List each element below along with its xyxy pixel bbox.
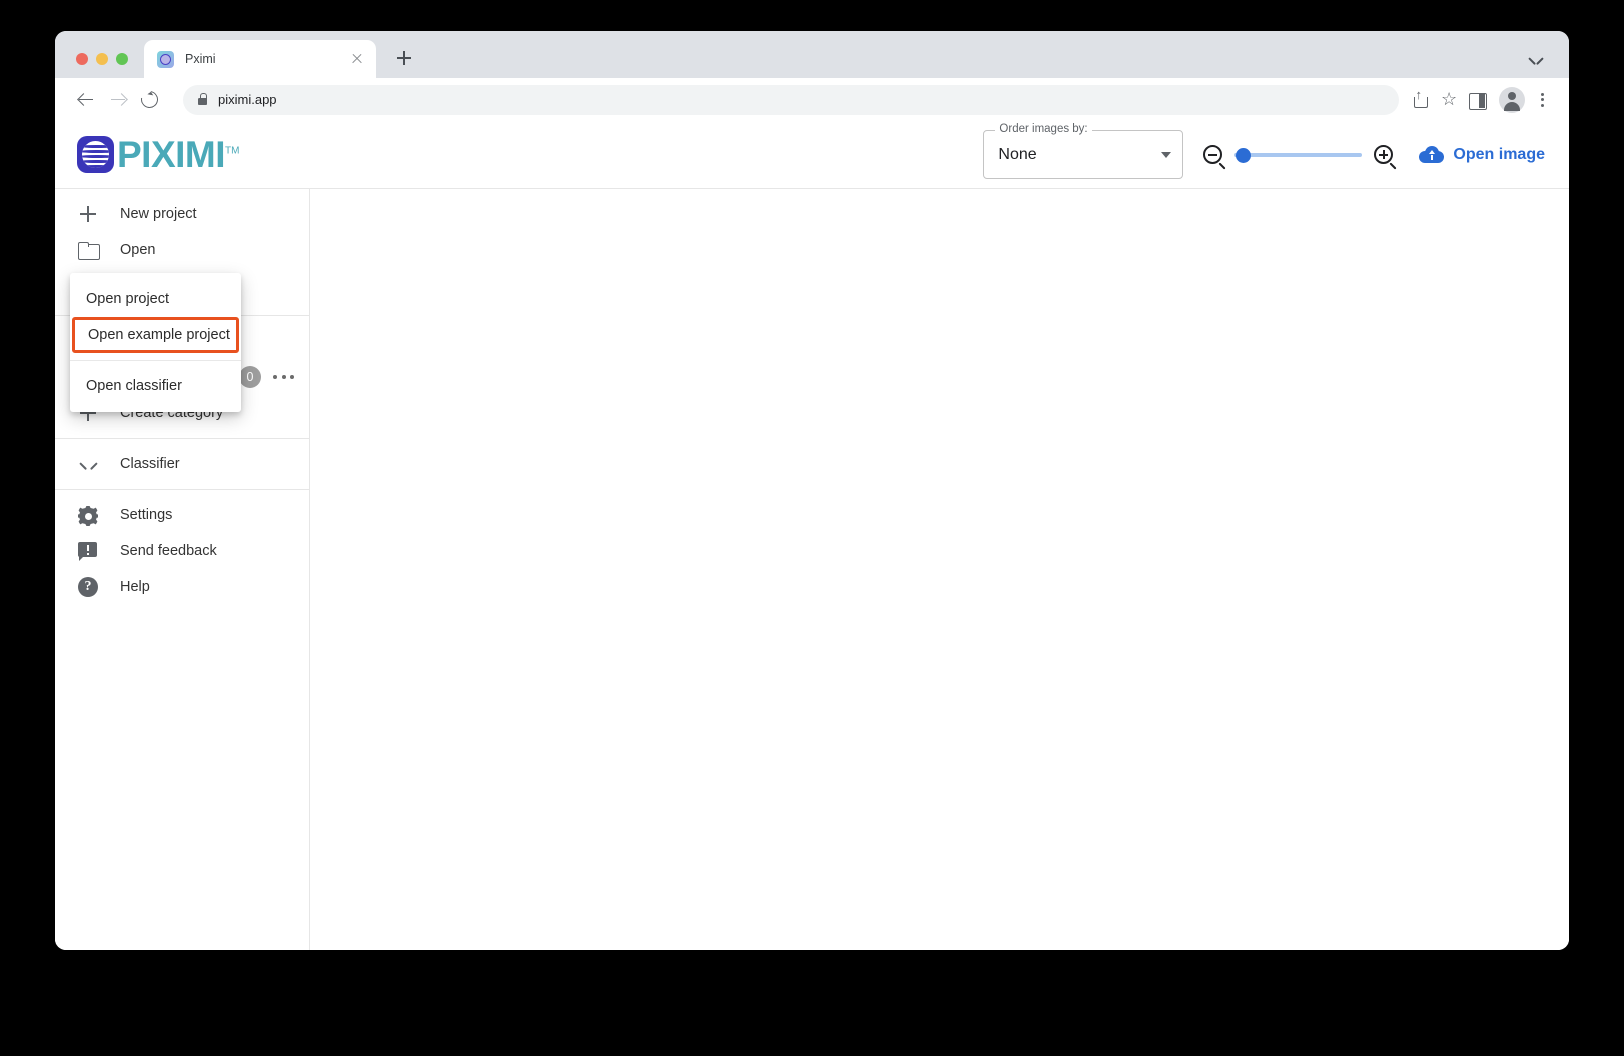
window-minimize-button[interactable] bbox=[96, 53, 108, 65]
menu-separator bbox=[70, 360, 241, 361]
chevron-down-icon bbox=[76, 452, 100, 476]
browser-tab-strip: Pximi bbox=[55, 31, 1569, 78]
tab-title: Pximi bbox=[185, 52, 216, 66]
sidebar-item-label: Settings bbox=[120, 507, 173, 523]
sidebar-classifier-section: Classifier bbox=[55, 439, 309, 490]
sidebar-item-settings[interactable]: Settings bbox=[55, 497, 309, 533]
order-images-by-label: Order images by: bbox=[995, 123, 1092, 135]
logo-word-text: PIXIMI bbox=[117, 134, 226, 175]
browser-window: Pximi piximi.app ↑ ☆ PIXIMITM Order imag… bbox=[55, 31, 1569, 950]
folder-icon bbox=[76, 238, 100, 262]
browser-tab[interactable]: Pximi bbox=[144, 40, 376, 78]
side-panel-icon[interactable] bbox=[1465, 85, 1491, 115]
window-traffic-lights bbox=[76, 53, 128, 65]
menu-item-open-example-project[interactable]: Open example project bbox=[72, 317, 239, 353]
sidebar-footer-section: Settings Send feedback ? Help bbox=[55, 490, 309, 612]
more-options-icon[interactable] bbox=[271, 372, 297, 382]
forward-arrow-icon[interactable] bbox=[103, 85, 133, 115]
feedback-icon bbox=[76, 539, 100, 563]
chevron-down-icon[interactable] bbox=[1161, 152, 1172, 158]
zoom-out-button[interactable] bbox=[1203, 145, 1223, 164]
app-header: PIXIMITM Order images by: None Open imag… bbox=[55, 121, 1569, 189]
sidebar-item-open[interactable]: Open bbox=[55, 232, 309, 268]
order-images-by-value: None bbox=[998, 145, 1037, 163]
share-icon[interactable] bbox=[1405, 85, 1435, 115]
menu-item-open-classifier[interactable]: Open classifier bbox=[70, 368, 241, 404]
sidebar-item-classifier[interactable]: Classifier bbox=[55, 446, 309, 482]
sidebar-item-new-project[interactable]: New project bbox=[55, 196, 309, 232]
window-maximize-button[interactable] bbox=[116, 53, 128, 65]
avatar-icon[interactable] bbox=[1499, 86, 1525, 113]
open-image-label: Open image bbox=[1453, 145, 1545, 163]
page-viewport: PIXIMITM Order images by: None Open imag… bbox=[55, 121, 1569, 950]
image-canvas-area[interactable] bbox=[310, 189, 1569, 950]
sidebar-item-label: Help bbox=[120, 579, 150, 595]
zoom-slider[interactable] bbox=[1234, 141, 1363, 169]
zoom-in-button[interactable] bbox=[1374, 145, 1394, 164]
open-image-button[interactable]: Open image bbox=[1419, 146, 1545, 164]
piximi-logo: PIXIMITM bbox=[77, 136, 239, 173]
plus-icon bbox=[76, 202, 100, 226]
back-arrow-icon[interactable] bbox=[71, 85, 101, 115]
browser-toolbar: piximi.app bbox=[55, 78, 1569, 121]
open-dropdown-menu: Open project Open example project Open c… bbox=[70, 273, 241, 412]
sidebar: New project Open 0 Create category Class… bbox=[55, 189, 310, 950]
category-count-badge: 0 bbox=[239, 366, 261, 388]
cloud-upload-icon bbox=[1419, 146, 1445, 163]
help-icon: ? bbox=[76, 575, 100, 599]
zoom-out-icon bbox=[1203, 145, 1223, 164]
sidebar-item-label: Classifier bbox=[120, 456, 180, 472]
header-toolbar: Order images by: None Open image bbox=[983, 121, 1545, 188]
gear-icon bbox=[78, 506, 98, 526]
app-body: New project Open 0 Create category Class… bbox=[55, 189, 1569, 950]
chevron-down-icon[interactable] bbox=[1529, 57, 1543, 66]
logo-trademark: TM bbox=[225, 145, 240, 157]
window-close-button[interactable] bbox=[76, 53, 88, 65]
star-icon[interactable] bbox=[1435, 85, 1465, 115]
sidebar-item-send-feedback[interactable]: Send feedback bbox=[55, 533, 309, 569]
sidebar-item-help[interactable]: ? Help bbox=[55, 569, 309, 605]
zoom-slider-track bbox=[1234, 153, 1363, 157]
new-tab-icon[interactable] bbox=[391, 45, 417, 71]
address-bar[interactable]: piximi.app bbox=[183, 84, 1399, 115]
piximi-logo-mark bbox=[77, 136, 114, 173]
url-text: piximi.app bbox=[218, 92, 277, 107]
reload-icon[interactable] bbox=[135, 85, 165, 115]
close-icon[interactable] bbox=[348, 50, 366, 68]
zoom-in-icon bbox=[1374, 145, 1394, 164]
sidebar-item-label: Send feedback bbox=[120, 543, 217, 559]
lock-icon bbox=[198, 92, 208, 105]
zoom-slider-thumb[interactable] bbox=[1236, 147, 1252, 163]
menu-item-open-project[interactable]: Open project bbox=[70, 281, 241, 317]
sidebar-item-label: Open bbox=[120, 242, 156, 258]
logo-wordmark: PIXIMITM bbox=[117, 136, 239, 173]
order-images-by-select[interactable]: Order images by: None bbox=[983, 123, 1184, 179]
three-dot-menu-icon[interactable] bbox=[1529, 85, 1555, 115]
sidebar-item-label: New project bbox=[120, 206, 197, 222]
piximi-favicon bbox=[157, 50, 174, 68]
